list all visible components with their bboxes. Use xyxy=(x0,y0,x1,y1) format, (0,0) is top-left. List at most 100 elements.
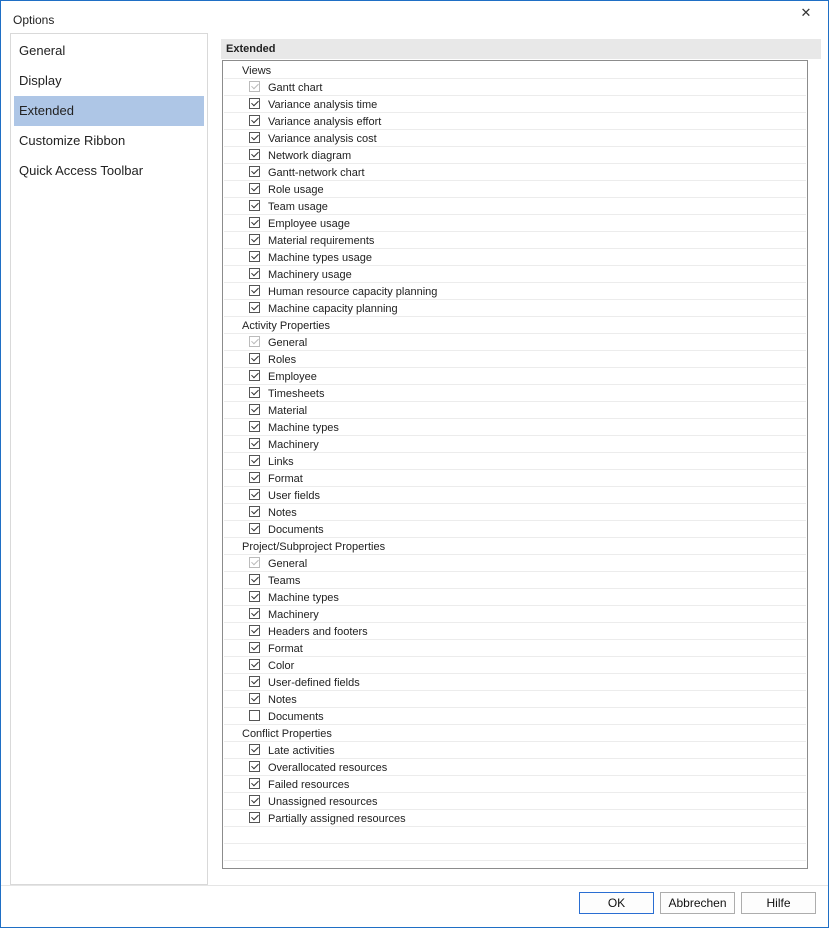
group-row: Activity Properties xyxy=(224,317,806,334)
option-checkbox[interactable] xyxy=(249,710,260,721)
option-row[interactable]: Machinery xyxy=(224,436,806,453)
option-checkbox[interactable] xyxy=(249,795,260,806)
option-row[interactable]: Machine types xyxy=(224,419,806,436)
option-row[interactable]: Documents xyxy=(224,521,806,538)
option-label: Variance analysis effort xyxy=(268,116,382,128)
option-label: Notes xyxy=(268,507,297,519)
option-row[interactable]: Machinery usage xyxy=(224,266,806,283)
nav-item-quick-access-toolbar[interactable]: Quick Access Toolbar xyxy=(14,156,204,186)
option-checkbox[interactable] xyxy=(249,812,260,823)
panel-header: Extended xyxy=(221,39,821,59)
option-checkbox[interactable] xyxy=(249,166,260,177)
option-row[interactable]: Employee usage xyxy=(224,215,806,232)
option-checkbox[interactable] xyxy=(249,676,260,687)
option-checkbox[interactable] xyxy=(249,251,260,262)
option-row[interactable]: Role usage xyxy=(224,181,806,198)
option-row[interactable]: Machine types usage xyxy=(224,249,806,266)
ok-button[interactable]: OK xyxy=(579,892,654,914)
option-checkbox[interactable] xyxy=(249,778,260,789)
option-row[interactable]: Partially assigned resources xyxy=(224,810,806,827)
option-row[interactable]: Team usage xyxy=(224,198,806,215)
option-checkbox[interactable] xyxy=(249,455,260,466)
option-checkbox[interactable] xyxy=(249,234,260,245)
option-checkbox[interactable] xyxy=(249,285,260,296)
option-checkbox[interactable] xyxy=(249,693,260,704)
option-row[interactable]: Gantt-network chart xyxy=(224,164,806,181)
option-label: Timesheets xyxy=(268,388,325,400)
option-row[interactable]: Overallocated resources xyxy=(224,759,806,776)
option-row[interactable]: Human resource capacity planning xyxy=(224,283,806,300)
option-row[interactable]: User fields xyxy=(224,487,806,504)
option-checkbox[interactable] xyxy=(249,353,260,364)
option-row[interactable]: Material xyxy=(224,402,806,419)
option-row[interactable]: General xyxy=(224,334,806,351)
option-row[interactable]: Failed resources xyxy=(224,776,806,793)
option-row[interactable]: Notes xyxy=(224,691,806,708)
option-row[interactable]: Timesheets xyxy=(224,385,806,402)
nav-item-extended[interactable]: Extended xyxy=(14,96,204,126)
option-row[interactable]: Color xyxy=(224,657,806,674)
option-checkbox[interactable] xyxy=(249,115,260,126)
option-checkbox[interactable] xyxy=(249,302,260,313)
option-checkbox[interactable] xyxy=(249,438,260,449)
option-checkbox[interactable] xyxy=(249,370,260,381)
option-row[interactable]: User-defined fields xyxy=(224,674,806,691)
option-row[interactable]: Network diagram xyxy=(224,147,806,164)
option-label: Unassigned resources xyxy=(268,796,378,808)
option-row[interactable]: Roles xyxy=(224,351,806,368)
nav-item-customize-ribbon[interactable]: Customize Ribbon xyxy=(14,126,204,156)
option-row[interactable]: Late activities xyxy=(224,742,806,759)
option-row[interactable]: Documents xyxy=(224,708,806,725)
option-checkbox[interactable] xyxy=(249,183,260,194)
option-checkbox[interactable] xyxy=(249,472,260,483)
option-row[interactable]: Machine capacity planning xyxy=(224,300,806,317)
footer-divider xyxy=(1,885,828,886)
option-checkbox[interactable] xyxy=(249,387,260,398)
panel-title: Extended xyxy=(226,43,276,55)
option-row[interactable]: General xyxy=(224,555,806,572)
option-row[interactable]: Links xyxy=(224,453,806,470)
option-label: Teams xyxy=(268,575,301,587)
option-row[interactable]: Variance analysis effort xyxy=(224,113,806,130)
option-row[interactable]: Variance analysis cost xyxy=(224,130,806,147)
option-row[interactable]: Unassigned resources xyxy=(224,793,806,810)
nav-item-display[interactable]: Display xyxy=(14,66,204,96)
help-button[interactable]: Hilfe xyxy=(741,892,816,914)
option-row[interactable]: Format xyxy=(224,640,806,657)
close-icon[interactable]: ✕ xyxy=(798,5,814,21)
option-checkbox[interactable] xyxy=(249,132,260,143)
option-row[interactable]: Material requirements xyxy=(224,232,806,249)
option-checkbox[interactable] xyxy=(249,489,260,500)
option-row[interactable]: Headers and footers xyxy=(224,623,806,640)
option-row[interactable]: Teams xyxy=(224,572,806,589)
option-checkbox[interactable] xyxy=(249,642,260,653)
option-row[interactable]: Format xyxy=(224,470,806,487)
option-checkbox[interactable] xyxy=(249,761,260,772)
option-checkbox[interactable] xyxy=(249,574,260,585)
option-label: Format xyxy=(268,643,303,655)
option-row[interactable]: Variance analysis time xyxy=(224,96,806,113)
option-checkbox[interactable] xyxy=(249,421,260,432)
option-checkbox[interactable] xyxy=(249,268,260,279)
option-checkbox[interactable] xyxy=(249,625,260,636)
option-label: General xyxy=(268,337,308,349)
cancel-button[interactable]: Abbrechen xyxy=(660,892,735,914)
option-checkbox[interactable] xyxy=(249,591,260,602)
option-checkbox[interactable] xyxy=(249,523,260,534)
option-checkbox[interactable] xyxy=(249,98,260,109)
option-checkbox[interactable] xyxy=(249,608,260,619)
option-checkbox[interactable] xyxy=(249,217,260,228)
option-row[interactable]: Machinery xyxy=(224,606,806,623)
option-checkbox[interactable] xyxy=(249,744,260,755)
option-row[interactable]: Machine types xyxy=(224,589,806,606)
option-row[interactable]: Employee xyxy=(224,368,806,385)
option-row[interactable]: Gantt chart xyxy=(224,79,806,96)
nav-item-general[interactable]: General xyxy=(14,36,204,66)
option-row[interactable]: Notes xyxy=(224,504,806,521)
option-checkbox[interactable] xyxy=(249,404,260,415)
option-checkbox[interactable] xyxy=(249,659,260,670)
option-checkbox[interactable] xyxy=(249,200,260,211)
option-checkbox[interactable] xyxy=(249,506,260,517)
option-checkbox[interactable] xyxy=(249,149,260,160)
options-tree-list[interactable]: Views Gantt chart Variance analysis time Va… xyxy=(222,60,808,869)
